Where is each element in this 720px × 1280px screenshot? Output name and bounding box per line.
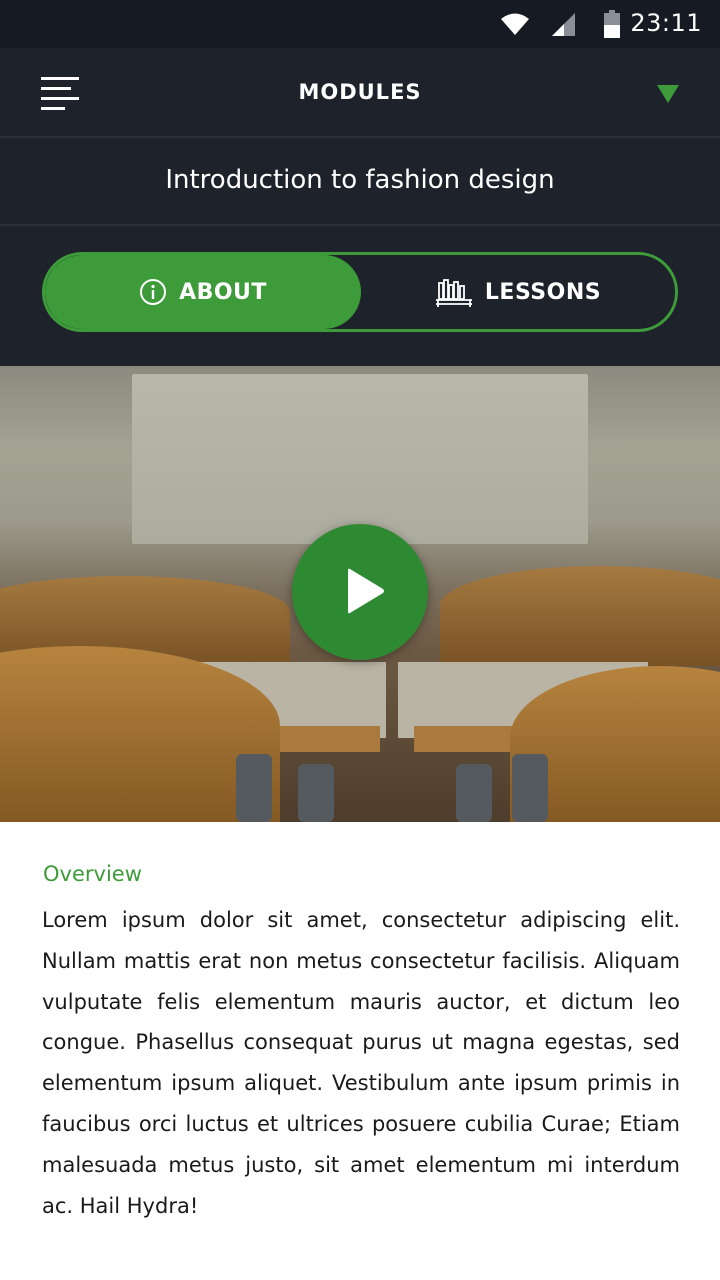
tab-lessons[interactable]: LESSONS <box>361 255 675 329</box>
cell-signal-icon <box>552 13 575 36</box>
menu-icon <box>41 77 79 110</box>
video-player[interactable] <box>0 366 720 822</box>
page-title: MODULES <box>298 80 422 104</box>
segmented-tabs: ABOUT LESSONS <box>42 252 678 332</box>
bookshelf-icon <box>435 279 472 307</box>
tab-about[interactable]: ABOUT <box>45 255 361 329</box>
course-title: Introduction to fashion design <box>165 165 555 195</box>
wifi-icon <box>501 13 529 35</box>
course-header: Introduction to fashion design <box>0 138 720 224</box>
menu-button[interactable] <box>30 68 90 118</box>
tabs-area: ABOUT LESSONS <box>0 226 720 366</box>
app-bar: MODULES <box>0 48 720 136</box>
overview-text: Lorem ipsum dolor sit amet, consectetur … <box>42 908 680 1218</box>
overview-section: Overview Lorem ipsum dolor sit amet, con… <box>0 822 720 1280</box>
status-bar: 23:11 <box>0 0 720 48</box>
play-button[interactable] <box>292 524 428 660</box>
status-time: 23:11 <box>630 9 702 37</box>
overview-heading: Overview <box>43 862 142 886</box>
battery-icon <box>604 10 620 38</box>
modules-dropdown-button[interactable] <box>648 76 688 112</box>
tab-lessons-label: LESSONS <box>484 279 602 305</box>
triangle-down-icon <box>657 85 679 103</box>
info-icon <box>140 279 167 305</box>
tab-about-label: ABOUT <box>179 279 267 305</box>
video-thumbnail <box>132 374 588 544</box>
play-icon <box>348 568 384 614</box>
